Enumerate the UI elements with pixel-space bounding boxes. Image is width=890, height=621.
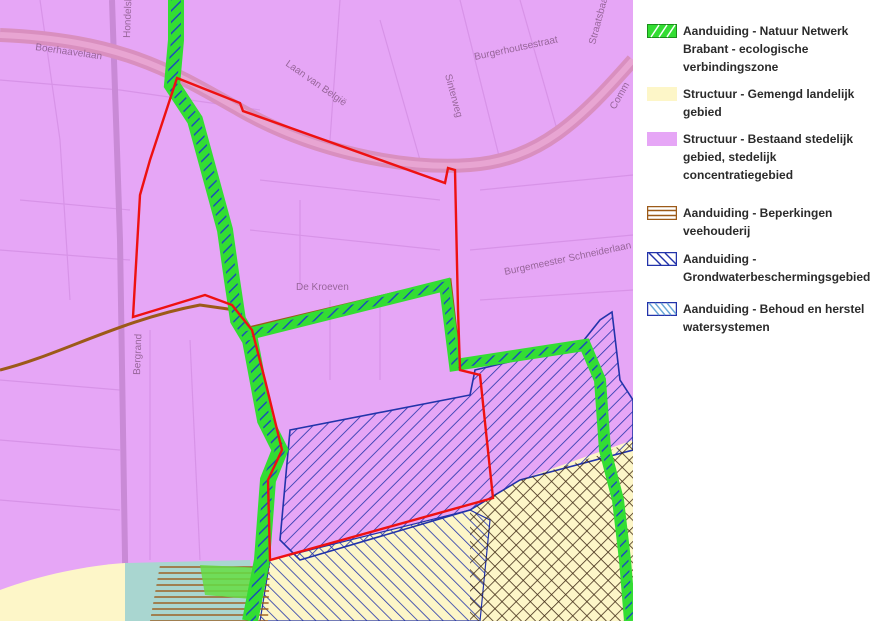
legend-label: Aanduiding - Grondwaterbeschermingsgebie…: [683, 252, 871, 284]
legend-item-livestock: Aanduiding - Beperkingen veehouderij: [647, 204, 883, 240]
legend-item-water-systems: Aanduiding - Behoud en herstel watersyst…: [647, 300, 883, 336]
road-label-hondelsbek: Hondelsbeek: [122, 0, 135, 38]
road-label-de-kroeven: De Kroeven: [296, 282, 349, 293]
legend-label: Aanduiding - Beperkingen veehouderij: [683, 206, 833, 238]
legend-item-groundwater: Aanduiding - Grondwaterbeschermingsgebie…: [647, 250, 883, 286]
legend-label: Structuur - Gemengd landelijk gebied: [683, 87, 855, 119]
legend-label: Aanduiding - Natuur Netwerk Brabant - ec…: [683, 24, 849, 74]
legend-label: Structuur - Bestaand stedelijk gebied, s…: [683, 132, 854, 182]
blue-hatch-icon: [647, 252, 677, 266]
yellow-fill-icon: [647, 87, 677, 101]
blue-backhatch-icon: [647, 302, 677, 316]
map-svg: Boerhaavelaan Hondelsbeek Laan van Belgi…: [0, 0, 633, 621]
map-canvas[interactable]: Boerhaavelaan Hondelsbeek Laan van Belgi…: [0, 0, 633, 621]
road-label-bergrand: Bergrand: [132, 334, 144, 375]
purple-fill-icon: [647, 132, 677, 146]
legend-panel: Aanduiding - Natuur Netwerk Brabant - ec…: [633, 0, 890, 621]
legend-item-rural: Structuur - Gemengd landelijk gebied: [647, 85, 883, 121]
legend-item-eco-zone: Aanduiding - Natuur Netwerk Brabant - ec…: [647, 22, 883, 76]
green-hatch-icon: [647, 24, 677, 38]
brown-lines-icon: [647, 206, 677, 220]
legend-item-urban: Structuur - Bestaand stedelijk gebied, s…: [647, 130, 883, 184]
legend-label: Aanduiding - Behoud en herstel watersyst…: [683, 302, 865, 334]
